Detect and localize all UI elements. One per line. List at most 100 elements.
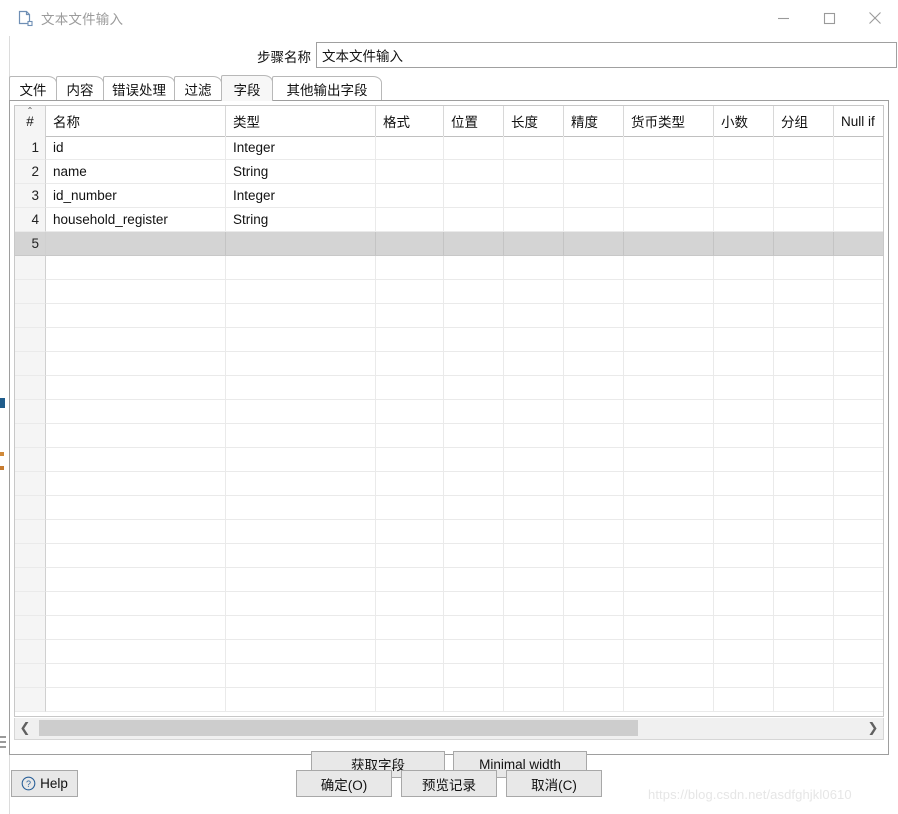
table-cell[interactable]: [624, 616, 714, 640]
table-cell[interactable]: [46, 304, 226, 328]
table-cell[interactable]: [564, 328, 624, 352]
table-row[interactable]: 5: [15, 232, 883, 256]
table-cell[interactable]: [564, 208, 624, 232]
column-header-1[interactable]: ⌃ #: [15, 106, 46, 136]
table-cell[interactable]: [444, 448, 504, 472]
table-cell[interactable]: [834, 568, 883, 592]
table-cell[interactable]: [504, 616, 564, 640]
table-cell[interactable]: [226, 304, 376, 328]
table-cell[interactable]: [504, 544, 564, 568]
table-cell[interactable]: [376, 184, 444, 208]
table-cell[interactable]: [226, 280, 376, 304]
table-row[interactable]: [15, 256, 883, 280]
table-cell[interactable]: [46, 520, 226, 544]
scroll-right-arrow[interactable]: ❯: [863, 718, 883, 738]
tab-6[interactable]: 其他输出字段: [272, 76, 382, 101]
table-cell[interactable]: [564, 472, 624, 496]
table-cell[interactable]: [774, 328, 834, 352]
scrollbar-thumb[interactable]: [39, 720, 638, 736]
table-cell[interactable]: [564, 232, 624, 256]
table-cell[interactable]: [564, 376, 624, 400]
maximize-button[interactable]: [806, 0, 852, 36]
table-cell[interactable]: [46, 568, 226, 592]
table-cell[interactable]: [444, 592, 504, 616]
table-row[interactable]: [15, 304, 883, 328]
table-cell[interactable]: [564, 424, 624, 448]
table-cell[interactable]: [376, 520, 444, 544]
table-cell[interactable]: [624, 472, 714, 496]
table-cell[interactable]: [714, 472, 774, 496]
table-cell[interactable]: [834, 160, 883, 184]
table-cell[interactable]: [376, 472, 444, 496]
table-cell[interactable]: [714, 496, 774, 520]
table-cell[interactable]: [444, 496, 504, 520]
table-row[interactable]: 1 id Integer: [15, 136, 883, 160]
table-cell[interactable]: [226, 640, 376, 664]
ok-button[interactable]: 确定(O): [296, 770, 392, 797]
table-cell[interactable]: [226, 448, 376, 472]
column-header-11[interactable]: Null if: [834, 106, 883, 136]
table-cell[interactable]: [564, 280, 624, 304]
table-cell[interactable]: [46, 688, 226, 712]
table-cell[interactable]: [624, 208, 714, 232]
table-cell[interactable]: [444, 304, 504, 328]
table-cell[interactable]: String: [226, 160, 376, 184]
table-cell[interactable]: [504, 232, 564, 256]
table-cell[interactable]: [774, 544, 834, 568]
table-cell[interactable]: [774, 616, 834, 640]
table-cell[interactable]: [834, 616, 883, 640]
table-cell[interactable]: [714, 160, 774, 184]
table-cell[interactable]: [714, 280, 774, 304]
table-cell[interactable]: [774, 232, 834, 256]
table-cell[interactable]: [444, 352, 504, 376]
close-button[interactable]: [852, 0, 898, 36]
table-row[interactable]: [15, 664, 883, 688]
table-cell[interactable]: [834, 400, 883, 424]
table-cell[interactable]: [46, 256, 226, 280]
table-cell[interactable]: [444, 160, 504, 184]
table-cell[interactable]: [376, 424, 444, 448]
table-cell[interactable]: [624, 448, 714, 472]
table-row[interactable]: [15, 616, 883, 640]
table-cell[interactable]: [624, 160, 714, 184]
table-cell[interactable]: [504, 280, 564, 304]
table-cell[interactable]: [504, 400, 564, 424]
table-cell[interactable]: [376, 136, 444, 160]
table-cell[interactable]: [46, 352, 226, 376]
table-cell[interactable]: [774, 688, 834, 712]
table-cell[interactable]: [624, 136, 714, 160]
table-cell[interactable]: [834, 424, 883, 448]
table-cell[interactable]: [624, 544, 714, 568]
table-cell[interactable]: [834, 688, 883, 712]
table-cell[interactable]: [834, 184, 883, 208]
table-cell[interactable]: [504, 376, 564, 400]
table-cell[interactable]: [564, 520, 624, 544]
table-cell[interactable]: [624, 328, 714, 352]
table-cell[interactable]: [834, 448, 883, 472]
table-cell[interactable]: [714, 232, 774, 256]
column-header-4[interactable]: 格式: [376, 106, 444, 136]
table-cell[interactable]: [564, 568, 624, 592]
table-cell[interactable]: [376, 352, 444, 376]
table-cell[interactable]: [774, 160, 834, 184]
preview-records-button[interactable]: 预览记录: [401, 770, 497, 797]
table-cell[interactable]: [444, 640, 504, 664]
table-cell[interactable]: [226, 544, 376, 568]
table-row[interactable]: [15, 592, 883, 616]
table-cell[interactable]: [376, 664, 444, 688]
column-header-3[interactable]: 类型: [226, 106, 376, 136]
table-cell[interactable]: [834, 592, 883, 616]
table-cell[interactable]: [444, 664, 504, 688]
table-row[interactable]: [15, 280, 883, 304]
table-row[interactable]: 3 id_number Integer: [15, 184, 883, 208]
table-cell[interactable]: [774, 424, 834, 448]
table-cell[interactable]: [504, 160, 564, 184]
table-cell[interactable]: [774, 664, 834, 688]
table-cell[interactable]: [376, 232, 444, 256]
table-cell[interactable]: [834, 256, 883, 280]
table-cell[interactable]: [376, 496, 444, 520]
table-cell[interactable]: [504, 424, 564, 448]
table-cell[interactable]: [564, 256, 624, 280]
table-cell[interactable]: [714, 664, 774, 688]
table-cell[interactable]: [714, 424, 774, 448]
